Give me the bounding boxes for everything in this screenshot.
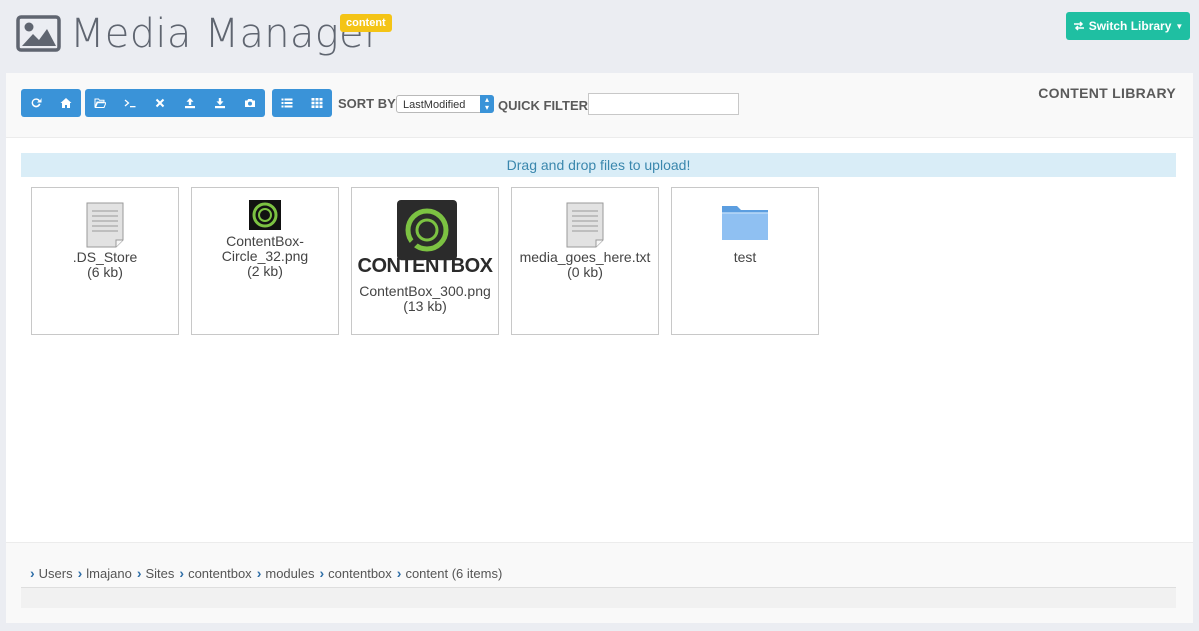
caret-down-icon: ▼	[1175, 21, 1184, 31]
breadcrumb-item[interactable]: › Sites	[137, 565, 175, 581]
chevron-right-icon: ›	[30, 565, 35, 581]
thumbnail-brand-text: CONTENTBOX	[357, 255, 494, 277]
file-name: media_goes_here.txt	[519, 249, 651, 265]
sort-by-label: SORT BY	[338, 96, 396, 111]
refresh-icon	[31, 98, 42, 108]
upload-icon	[185, 98, 195, 109]
new-folder-button[interactable]	[85, 89, 115, 117]
status-bar	[21, 587, 1176, 608]
breadcrumb-label: lmajano	[86, 565, 132, 581]
image-icon	[16, 15, 61, 52]
library-badge: content	[340, 14, 392, 32]
grid-view-icon	[311, 98, 323, 108]
file-item[interactable]: ContentBox-Circle_32.png (2 kb)	[191, 187, 339, 335]
folder-name: test	[733, 249, 757, 265]
view-button-group	[272, 89, 332, 117]
library-label: CONTENT LIBRARY	[1038, 85, 1176, 101]
home-icon	[60, 98, 72, 108]
file-item[interactable]: CONTENTBOX ContentBox_300.png (13 kb)	[351, 187, 499, 335]
quick-filter-label: QUICK FILTER	[498, 98, 589, 113]
folder-open-icon	[94, 98, 106, 108]
breadcrumb-label: modules	[265, 565, 315, 581]
action-button-group	[85, 89, 265, 117]
sort-by-value: LastModified	[403, 99, 466, 111]
breadcrumb: › Users › lmajano › Sites › contentbox › modu…	[30, 565, 507, 581]
breadcrumb-item[interactable]: › Users	[30, 565, 73, 581]
breadcrumb-label: contentbox	[188, 565, 252, 581]
breadcrumb-item[interactable]: › content (6 items)	[397, 565, 503, 581]
chevron-right-icon: ›	[256, 565, 262, 581]
chevron-right-icon: ›	[319, 565, 325, 581]
page-title: Media Manager	[70, 11, 381, 57]
upload-button[interactable]	[175, 89, 205, 117]
media-panel: SORT BY LastModified ▴ ▾ QUICK FILTER CON…	[6, 73, 1193, 623]
chevron-right-icon: ›	[77, 565, 83, 581]
file-name: ContentBox-Circle_32.png	[221, 233, 309, 264]
grid-view-button[interactable]	[302, 89, 332, 117]
list-view-button[interactable]	[272, 89, 302, 117]
file-name: ContentBox_300.png	[359, 283, 491, 299]
footer: › Users › lmajano › Sites › contentbox › modu…	[6, 542, 1193, 623]
camera-icon	[245, 99, 255, 107]
folder-item[interactable]: test	[671, 187, 819, 335]
page-header: Media Manager content Switch Library ▼	[0, 0, 1199, 72]
file-item[interactable]: .DS_Store (6 kb)	[31, 187, 179, 335]
remove-icon	[155, 98, 165, 108]
file-size: (2 kb)	[247, 263, 283, 279]
file-size: (0 kb)	[567, 264, 603, 280]
exchange-icon	[1073, 21, 1084, 31]
capture-button[interactable]	[235, 89, 265, 117]
breadcrumb-item[interactable]: › contentbox	[179, 565, 251, 581]
image-thumbnail: CONTENTBOX	[355, 200, 495, 280]
upload-dropzone[interactable]: Drag and drop files to upload!	[21, 153, 1176, 177]
breadcrumb-label: contentbox	[328, 565, 392, 581]
chevron-right-icon: ›	[396, 565, 402, 581]
breadcrumb-label: Sites	[145, 565, 175, 581]
home-button[interactable]	[51, 89, 81, 117]
breadcrumb-label: content (6 items)	[405, 565, 503, 581]
list-view-icon	[281, 98, 293, 108]
chevron-right-icon: ›	[179, 565, 185, 581]
document-icon	[566, 202, 604, 248]
delete-button[interactable]	[145, 89, 175, 117]
quick-filter-input[interactable]	[588, 93, 739, 115]
terminal-icon	[124, 99, 136, 108]
switch-library-button[interactable]: Switch Library ▼	[1066, 12, 1190, 40]
refresh-button[interactable]	[21, 89, 51, 117]
breadcrumb-label: Users	[38, 565, 73, 581]
navigation-button-group	[21, 89, 81, 117]
document-icon	[86, 202, 124, 248]
switch-library-label: Switch Library	[1088, 19, 1172, 33]
image-thumbnail	[249, 200, 281, 230]
file-size: (6 kb)	[87, 264, 123, 280]
rename-button[interactable]	[115, 89, 145, 117]
chevron-right-icon: ›	[136, 565, 142, 581]
breadcrumb-item[interactable]: › modules	[257, 565, 315, 581]
breadcrumb-item[interactable]: › contentbox	[320, 565, 392, 581]
select-arrows-icon: ▴ ▾	[480, 95, 494, 113]
file-item[interactable]: media_goes_here.txt (0 kb)	[511, 187, 659, 335]
folder-icon	[722, 206, 768, 240]
toolbar: SORT BY LastModified ▴ ▾ QUICK FILTER CON…	[6, 73, 1193, 138]
download-button[interactable]	[205, 89, 235, 117]
sort-by-select[interactable]: LastModified ▴ ▾	[396, 95, 494, 113]
file-name: .DS_Store	[72, 249, 138, 265]
file-size: (13 kb)	[403, 298, 447, 314]
download-icon	[215, 98, 225, 109]
breadcrumb-item[interactable]: › lmajano	[78, 565, 132, 581]
